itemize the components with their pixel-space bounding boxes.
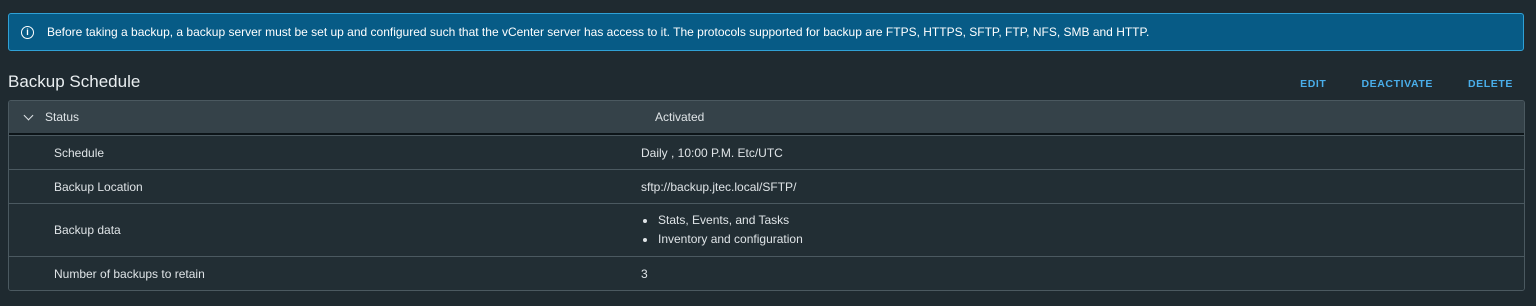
status-value: Activated <box>655 110 705 124</box>
table-row: Number of backups to retain 3 <box>9 256 1524 290</box>
schedule-actions: EDIT DEACTIVATE DELETE <box>1300 78 1513 90</box>
info-icon: i <box>21 25 34 39</box>
status-label-cell: Status <box>9 110 641 124</box>
backup-location-value: sftp://backup.jtec.local/SFTP/ <box>641 179 797 194</box>
backup-schedule-table: Status Activated Schedule Daily , 10:00 … <box>8 100 1525 291</box>
list-item: Inventory and configuration <box>641 230 803 249</box>
table-row: Backup Location sftp://backup.jtec.local… <box>9 169 1524 203</box>
backup-location-label: Backup Location <box>54 179 143 194</box>
status-label: Status <box>45 110 80 124</box>
backup-data-list: Stats, Events, and Tasks Inventory and c… <box>641 211 803 249</box>
status-row[interactable]: Status Activated <box>9 101 1524 135</box>
schedule-label: Schedule <box>54 145 105 160</box>
schedule-value: Daily , 10:00 P.M. Etc/UTC <box>641 145 783 160</box>
edit-button[interactable]: EDIT <box>1300 78 1326 90</box>
delete-button[interactable]: DELETE <box>1468 78 1513 90</box>
table-row: Backup data Stats, Events, and Tasks Inv… <box>9 203 1524 256</box>
deactivate-button[interactable]: DEACTIVATE <box>1361 78 1433 90</box>
retain-count-value: 3 <box>641 266 648 281</box>
chevron-down-icon[interactable] <box>23 110 34 120</box>
backup-page: i Before taking a backup, a backup serve… <box>0 0 1536 306</box>
section-title: Backup Schedule <box>8 72 141 91</box>
info-banner-text: Before taking a backup, a backup server … <box>47 25 1150 39</box>
info-banner: i Before taking a backup, a backup serve… <box>8 13 1524 51</box>
backup-data-label: Backup data <box>54 223 121 237</box>
table-row: Schedule Daily , 10:00 P.M. Etc/UTC <box>9 135 1524 169</box>
list-item: Stats, Events, and Tasks <box>641 211 803 230</box>
retain-count-label: Number of backups to retain <box>54 266 205 281</box>
backup-data-value: Stats, Events, and Tasks Inventory and c… <box>641 211 803 249</box>
